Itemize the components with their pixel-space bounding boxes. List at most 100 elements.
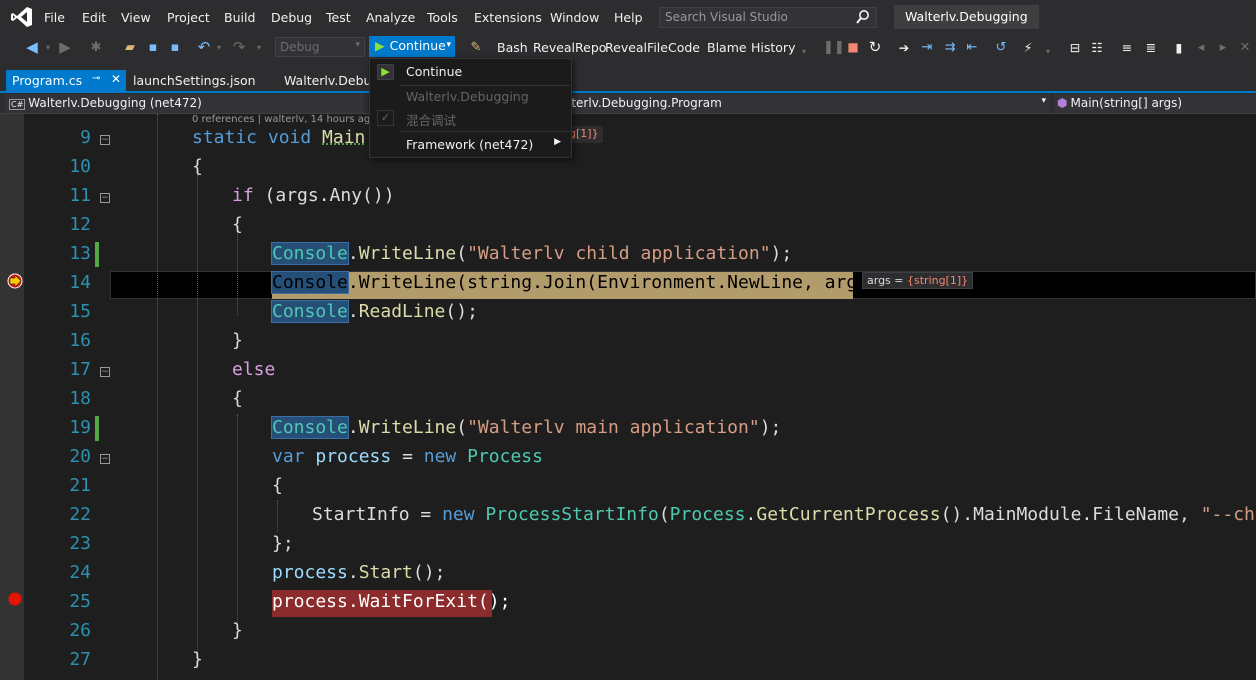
save-all-icon[interactable]: ▪ [167,38,183,57]
code-line-26: } [232,620,243,641]
restart-icon[interactable]: ↻ [867,38,883,57]
menu-item-continue[interactable]: ▶ Continue [370,61,571,83]
blame-button[interactable]: Blame [707,38,747,57]
diagnostics-dropdown-icon[interactable]: ▾ [1043,42,1053,61]
type-dropdown[interactable]: lterlv.Debugging.Program ▾ [565,94,1050,113]
search-input[interactable]: Search Visual Studio [659,7,877,28]
code-line-10: { [192,156,203,177]
collapse-icon[interactable]: − [100,193,110,203]
code-editor[interactable]: 0 references | walterlv, 14 hours ago | … [0,114,1256,680]
menu-view[interactable]: View [121,10,151,25]
menu-separator [400,131,570,132]
indent-guide [237,414,238,622]
new-project-icon[interactable]: ✱ [88,38,104,57]
navigate-forward-icon[interactable]: ▶ [57,38,73,57]
code-button[interactable]: Code [668,38,700,57]
menu-window[interactable]: Window [550,10,599,25]
continue-label: Continue [389,38,446,53]
code-line-22: StartInfo = new ProcessStartInfo(Process… [312,504,1256,525]
reveal-repo-button[interactable]: RevealRepo [533,38,606,57]
code-line-13: Console.WriteLine("Walterlv child applic… [271,242,793,265]
menu-extensions[interactable]: Extensions [474,10,542,25]
menu-project[interactable]: Project [167,10,210,25]
step-over-icon[interactable]: ⇉ [942,38,958,57]
back-dropdown-icon[interactable]: ▾ [43,38,53,57]
menu-item-framework[interactable]: Framework (net472) ▶ [370,134,571,156]
line-number: 25 [69,591,91,612]
tab-program-cs[interactable]: Program.cs ⊸ ✕ [6,70,126,93]
code-line-9: static void Main(s [192,127,387,148]
redo-icon[interactable]: ↷ [231,38,247,57]
code-line-27: } [192,649,203,670]
menu-item-label: Walterlv.Debugging [406,89,529,104]
code-line-25: process.WaitForExit(); [272,591,511,612]
code-lens[interactable]: 0 references | walterlv, 14 hours ago | [192,114,383,125]
inline-datatip-args[interactable]: args = {string[1]} [862,272,974,289]
line-number: 9 [80,127,91,148]
chevron-down-icon[interactable]: ▾ [446,40,451,50]
stop-debugging-icon[interactable]: ■ [846,38,860,57]
line-number: 20 [69,446,91,467]
properties-icon[interactable]: ☷ [1089,38,1105,57]
solution-configuration-dropdown[interactable]: Debug ▾ [275,37,365,57]
indent-guide [277,500,278,532]
hot-reload-icon[interactable]: ↺ [993,38,1009,57]
menu-edit[interactable]: Edit [82,10,106,25]
project-dropdown[interactable]: C# Walterlv.Debugging (net472) [6,94,364,113]
collapse-icon[interactable]: − [100,135,110,145]
type-name: lterlv.Debugging.Program [568,96,722,110]
undo-dropdown-icon[interactable]: ▾ [214,38,224,57]
diagnostics-icon[interactable]: ⚡ [1020,38,1036,57]
menu-analyze[interactable]: Analyze [366,10,415,25]
bash-button[interactable]: Bash [497,38,528,57]
menu-item-label: Framework (net472) [406,137,534,152]
solution-title: Walterlv.Debugging [894,5,1039,29]
close-tab-icon[interactable]: ✕ [111,72,121,86]
menu-build[interactable]: Build [224,10,255,25]
uncomment-lines-icon[interactable]: ≣ [1143,38,1159,57]
breakpoint-icon[interactable] [8,592,22,606]
code-line-16: } [232,330,243,351]
pin-icon[interactable]: ⊸ [92,73,100,84]
breakpoint-current-statement-icon[interactable] [7,273,23,289]
reveal-file-button[interactable]: RevealFile [605,38,668,57]
next-bookmark-icon[interactable]: ▸ [1215,38,1231,57]
line-number: 18 [69,388,91,409]
redo-dropdown-icon[interactable]: ▾ [254,38,264,57]
clear-bookmarks-icon[interactable]: ✕ [1237,38,1253,57]
line-number: 17 [69,359,91,380]
menu-item-mixed-debugging: ✓ 混合调试 [370,107,571,129]
menu-help[interactable]: Help [614,10,643,25]
checkmark-icon: ✓ [377,110,394,126]
member-dropdown[interactable]: ⬢ Main(string[] args) [1054,94,1256,113]
bookmark-icon[interactable]: ▮ [1171,38,1187,57]
change-marker [95,416,99,441]
project-name: Walterlv.Debugging (net472) [28,96,202,110]
collapse-icon[interactable]: − [100,454,110,464]
toolbar-overflow-icon[interactable]: ▾ [799,42,809,61]
step-into-icon[interactable]: ⇥ [919,38,935,57]
save-icon[interactable]: ▪ [146,38,160,57]
toolbar-extension-icon[interactable]: ✎ [468,38,484,57]
menu-file[interactable]: File [44,10,65,25]
code-line-14: Console.WriteLine(string.Join(Environmen… [271,271,901,294]
code-line-15: Console.ReadLine(); [271,300,478,323]
previous-bookmark-icon[interactable]: ◂ [1193,38,1209,57]
solution-explorer-icon[interactable]: ⊟ [1067,38,1083,57]
menu-test[interactable]: Test [326,10,351,25]
break-all-icon[interactable]: ❚❚ [823,38,845,57]
history-button[interactable]: History [751,38,795,57]
menu-debug[interactable]: Debug [271,10,312,25]
comment-lines-icon[interactable]: ≡ [1119,38,1135,57]
line-number: 24 [69,562,91,583]
undo-icon[interactable]: ↶ [196,38,212,57]
step-out-icon[interactable]: ⇤ [964,38,980,57]
tab-launch-settings[interactable]: launchSettings.json [127,70,262,93]
open-file-icon[interactable]: ▰ [122,38,138,57]
search-icon [856,10,869,24]
menu-tools[interactable]: Tools [427,10,458,25]
navigate-back-icon[interactable]: ◀ [24,38,40,57]
show-next-statement-icon[interactable]: ➔ [896,38,912,57]
continue-button[interactable]: ▶ Continue ▾ [369,36,455,57]
collapse-icon[interactable]: − [100,367,110,377]
